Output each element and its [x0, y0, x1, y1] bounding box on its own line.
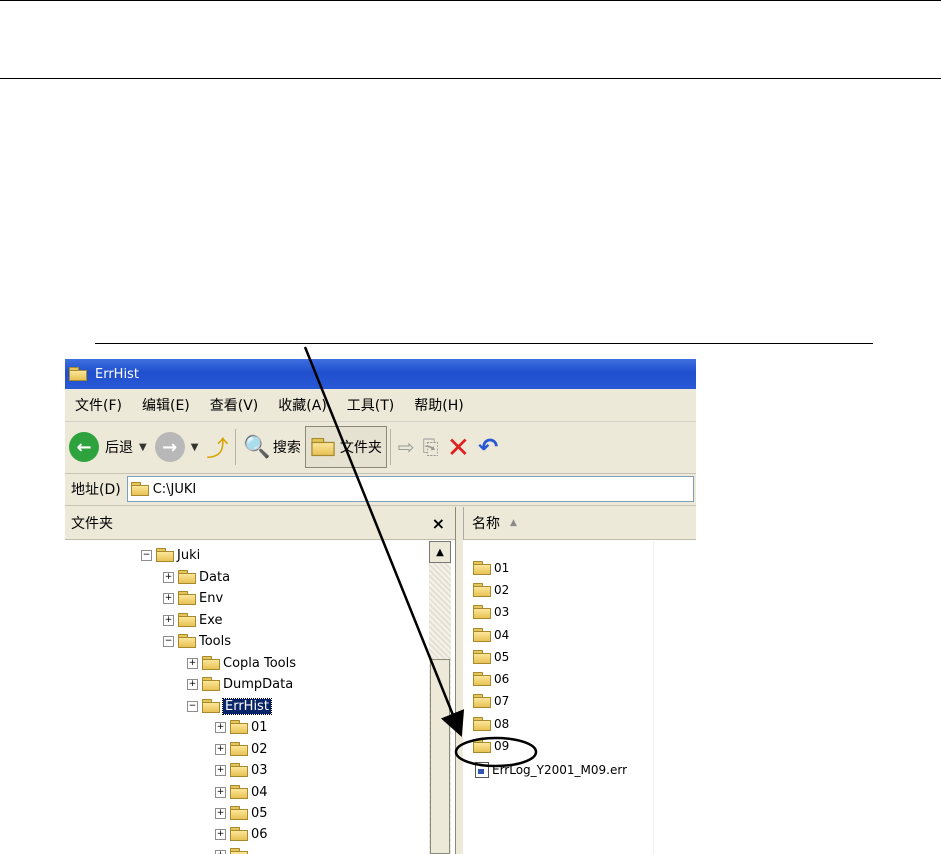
annotation-circle — [454, 736, 538, 768]
annotation-arrow — [303, 346, 465, 737]
annotation-overlay — [303, 346, 538, 768]
